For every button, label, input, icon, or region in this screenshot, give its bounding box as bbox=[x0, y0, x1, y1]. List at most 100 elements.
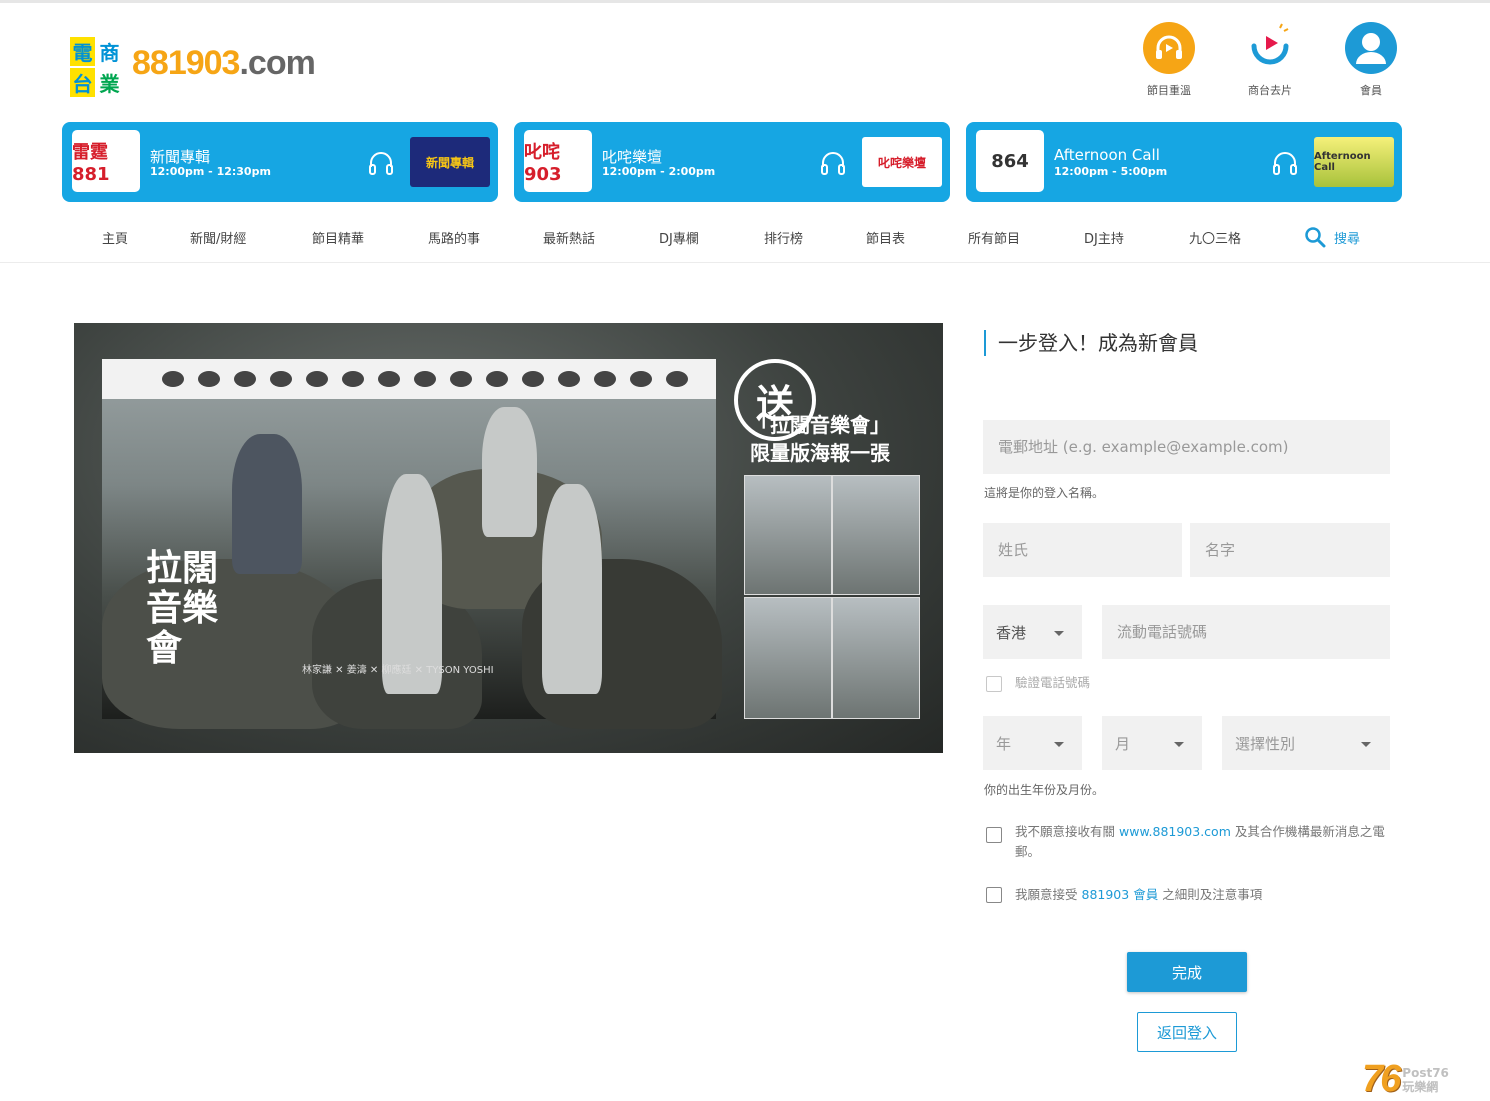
replay-link[interactable]: 節目重溫 bbox=[1119, 22, 1219, 98]
station-logo: 864 bbox=[976, 130, 1044, 192]
year-select[interactable]: 年 bbox=[983, 716, 1082, 770]
email-hint: 這將是你的登入名稱。 bbox=[984, 486, 1105, 500]
phone-field[interactable] bbox=[1102, 605, 1390, 659]
giveaway-line-1: 「拉闊音樂會」 bbox=[750, 413, 890, 437]
surname-input[interactable] bbox=[996, 540, 1182, 560]
chevron-down-icon bbox=[1361, 742, 1371, 747]
verify-phone-label: 驗證電話號碼 bbox=[1015, 675, 1091, 690]
submit-button[interactable]: 完成 bbox=[1127, 952, 1247, 992]
back-to-login-button[interactable]: 返回登入 bbox=[1137, 1012, 1237, 1052]
terms-label: 我願意接受 881903 會員 之細則及注意事項 bbox=[1015, 885, 1262, 905]
poster-thumbnail bbox=[744, 597, 832, 719]
nav-item-all-programs[interactable]: 所有節目 bbox=[968, 228, 1020, 247]
poster-thumbnail bbox=[744, 475, 832, 595]
poster-thumbnail bbox=[832, 597, 920, 719]
region-select[interactable]: 香港 bbox=[983, 605, 1082, 659]
top-border bbox=[0, 0, 1490, 3]
nav-item-charts[interactable]: 排行榜 bbox=[764, 228, 803, 247]
chevron-down-icon bbox=[1054, 742, 1064, 747]
concert-title: 拉闊音樂會 bbox=[146, 548, 219, 669]
program-thumbnail[interactable]: 叱咤樂壇 bbox=[862, 137, 942, 187]
nav-item-schedule[interactable]: 節目表 bbox=[866, 228, 905, 247]
program-name: Afternoon Call bbox=[1054, 146, 1160, 164]
main-nav: 主頁 新聞/財經 節目精華 馬路的事 最新熱話 DJ專欄 排行榜 節目表 所有節… bbox=[62, 226, 1402, 248]
search-label: 搜尋 bbox=[1334, 231, 1361, 247]
logo-char: 電 bbox=[70, 37, 95, 66]
logo-char: 台 bbox=[70, 68, 95, 97]
terms-link[interactable]: 881903 會員 bbox=[1082, 887, 1159, 902]
program-time: 12:00pm - 12:30pm bbox=[150, 165, 271, 178]
member-user-icon bbox=[1345, 22, 1397, 74]
phone-input[interactable] bbox=[1115, 622, 1390, 642]
watermark-logo: 76 Post76 玩樂網 bbox=[1362, 1058, 1449, 1101]
gender-placeholder: 選擇性別 bbox=[1235, 734, 1296, 753]
region-value: 香港 bbox=[996, 623, 1027, 642]
station-banner-903[interactable]: 叱咤903 叱咤樂壇 12:00pm - 2:00pm 叱咤樂壇 bbox=[514, 122, 950, 202]
month-placeholder: 月 bbox=[1115, 734, 1131, 753]
birth-hint: 你的出生年份及月份。 bbox=[984, 783, 1105, 797]
optout-label: 我不願意接收有關 www.881903.com 及其合作機構最新消息之電郵。 bbox=[1015, 822, 1390, 862]
listen-headphones-icon[interactable] bbox=[1271, 149, 1299, 177]
giveaway-line-2: 限量版海報一張 bbox=[750, 441, 890, 465]
video-link[interactable]: 商台去片 bbox=[1220, 22, 1320, 98]
search-button[interactable]: 搜尋 bbox=[1304, 226, 1360, 248]
watermark-text: Post76 玩樂網 bbox=[1402, 1066, 1449, 1094]
logo-number: 881903 bbox=[132, 43, 240, 82]
watermark-number: 76 bbox=[1362, 1058, 1401, 1100]
station-logo: 叱咤903 bbox=[524, 130, 592, 192]
logo-char: 商 bbox=[97, 37, 122, 66]
station-banner-864[interactable]: 864 Afternoon Call 12:00pm - 5:00pm Afte… bbox=[966, 122, 1402, 202]
chevron-down-icon bbox=[1174, 742, 1184, 747]
site-logo[interactable]: 電 商 台 業 881903.com bbox=[70, 37, 316, 97]
station-banner-881[interactable]: 雷霆881 新聞專輯 12:00pm - 12:30pm 新聞專輯 bbox=[62, 122, 498, 202]
program-thumbnail[interactable]: 新聞專輯 bbox=[410, 137, 490, 187]
nav-item-djs[interactable]: DJ主持 bbox=[1084, 228, 1124, 247]
concert-artists: 林家謙 ✕ 姜濤 ✕ 柳應廷 ✕ TYSON YOSHI bbox=[302, 665, 494, 676]
terms-checkbox[interactable] bbox=[986, 887, 1002, 903]
watermark-name: 玩樂網 bbox=[1402, 1079, 1439, 1094]
promo-banner[interactable]: 拉闊音樂會 林家謙 ✕ 姜濤 ✕ 柳應廷 ✕ TYSON YOSHI 送 「拉闊… bbox=[74, 323, 943, 753]
chevron-down-icon bbox=[1054, 631, 1064, 636]
surname-field[interactable] bbox=[983, 523, 1182, 577]
verify-phone-checkbox[interactable] bbox=[986, 676, 1002, 692]
optout-text: 我不願意接收有關 bbox=[1015, 824, 1116, 839]
program-name: 叱咤樂壇 bbox=[602, 148, 663, 166]
program-time: 12:00pm - 2:00pm bbox=[602, 165, 716, 178]
month-select[interactable]: 月 bbox=[1102, 716, 1202, 770]
program-time: 12:00pm - 5:00pm bbox=[1054, 165, 1168, 178]
nav-item-highlights[interactable]: 節目精華 bbox=[312, 228, 364, 247]
nav-item-road[interactable]: 馬路的事 bbox=[428, 228, 480, 247]
sponsor-logos bbox=[102, 359, 716, 399]
header-divider bbox=[0, 262, 1490, 263]
listen-headphones-icon[interactable] bbox=[819, 149, 847, 177]
logo-text: 881903.com bbox=[132, 43, 316, 83]
terms-text: 我願意接受 bbox=[1015, 887, 1078, 902]
watermark-site: Post76 bbox=[1402, 1065, 1449, 1080]
email-field[interactable] bbox=[983, 420, 1390, 474]
nav-item-hot-topics[interactable]: 最新熱話 bbox=[543, 228, 595, 247]
email-input[interactable] bbox=[996, 437, 1390, 457]
member-link[interactable]: 會員 bbox=[1321, 22, 1421, 98]
nav-item-home[interactable]: 主頁 bbox=[102, 228, 128, 247]
station-logo: 雷霆881 bbox=[72, 130, 140, 192]
nav-item-903-grid[interactable]: 九〇三格 bbox=[1189, 228, 1241, 247]
member-label: 會員 bbox=[1360, 84, 1382, 97]
given-name-input[interactable] bbox=[1203, 540, 1390, 560]
form-title: 一步登入！成為新會員 bbox=[984, 330, 1198, 356]
terms-text-end: 之細則及注意事項 bbox=[1162, 887, 1263, 902]
logo-char: 業 bbox=[97, 68, 122, 97]
search-icon bbox=[1305, 227, 1326, 248]
year-placeholder: 年 bbox=[996, 734, 1012, 753]
program-thumbnail[interactable]: Afternoon Call bbox=[1314, 137, 1394, 187]
given-name-field[interactable] bbox=[1190, 523, 1390, 577]
optout-checkbox[interactable] bbox=[986, 827, 1002, 843]
nav-item-news[interactable]: 新聞/財經 bbox=[190, 228, 246, 247]
giveaway-text: 「拉闊音樂會」 限量版海報一張 bbox=[750, 411, 890, 467]
replay-label: 節目重溫 bbox=[1147, 84, 1191, 97]
replay-headphones-icon bbox=[1143, 22, 1195, 74]
nav-item-dj-column[interactable]: DJ專欄 bbox=[659, 228, 699, 247]
video-label: 商台去片 bbox=[1248, 84, 1292, 97]
site-link[interactable]: www.881903.com bbox=[1119, 824, 1231, 839]
gender-select[interactable]: 選擇性別 bbox=[1222, 716, 1390, 770]
listen-headphones-icon[interactable] bbox=[367, 149, 395, 177]
